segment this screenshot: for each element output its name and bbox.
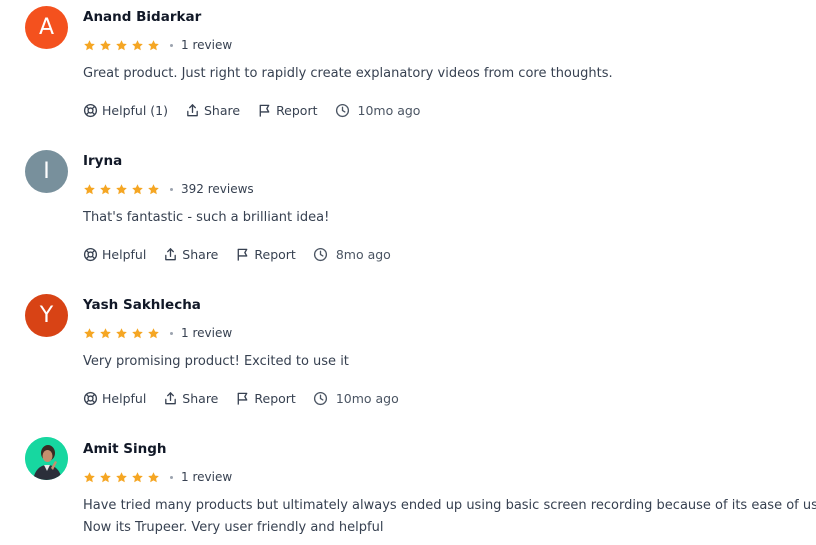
rating-row: 1 review [83, 325, 232, 341]
helpful-button[interactable]: Helpful [83, 391, 146, 406]
rating-row: 1 review [83, 37, 232, 53]
star-icon [116, 471, 127, 482]
review-text-line: That's fantastic - such a brilliant idea… [83, 210, 330, 225]
star-icon [132, 471, 143, 482]
share-icon [163, 247, 178, 262]
lifebuoy-icon [83, 247, 98, 262]
separator-dot [170, 187, 173, 191]
flag-icon [235, 391, 250, 406]
timestamp: 10mo ago [313, 391, 399, 406]
avatar-letter: Y [39, 303, 54, 328]
star-icon [116, 39, 127, 50]
timestamp-label: 10mo ago [357, 102, 421, 118]
helpful-button[interactable]: Helpful [83, 247, 146, 262]
avatar-letter: I [43, 159, 50, 184]
star-icon [148, 327, 159, 338]
review-text: Great product. Just right to rapidly cre… [83, 63, 813, 85]
star-icon [100, 327, 111, 338]
helpful-label: Helpful [102, 246, 147, 262]
share-icon [163, 391, 178, 406]
timestamp-label: 8mo ago [335, 246, 391, 262]
timestamp: 8mo ago [313, 247, 391, 262]
avatar[interactable] [25, 437, 68, 480]
star-icon [84, 327, 95, 338]
review-text: That's fantastic - such a brilliant idea… [83, 207, 813, 229]
share-button[interactable]: Share [185, 103, 240, 118]
separator-dot [170, 43, 173, 47]
review-text: Very promising product! Excited to use i… [83, 351, 813, 373]
rating-row: 392 reviews [83, 181, 254, 197]
lifebuoy-icon [83, 391, 98, 406]
review-text: Have tried many products but ultimately … [83, 495, 816, 539]
star-rating [83, 183, 160, 196]
flag-icon [257, 103, 272, 118]
share-label: Share [203, 102, 241, 118]
star-icon [132, 39, 143, 50]
share-label: Share [182, 246, 219, 262]
flag-icon [235, 247, 250, 262]
lifebuoy-icon [83, 103, 98, 118]
review-text-line: Have tried many products but ultimately … [83, 498, 816, 513]
avatar[interactable]: I [25, 150, 68, 193]
review-text-line: Now its Trupeer. Very user friendly and … [83, 520, 384, 535]
report-button[interactable]: Report [257, 102, 318, 118]
review-count: 1 review [181, 326, 233, 340]
star-icon [84, 39, 95, 50]
star-icon [148, 471, 159, 482]
star-rating [83, 327, 160, 340]
report-label: Report [254, 246, 296, 262]
review-actions: Helpful Share Report 8mo ago [83, 245, 391, 263]
star-icon [84, 471, 95, 482]
report-label: Report [276, 102, 318, 118]
star-icon [100, 39, 111, 50]
separator-dot [170, 475, 173, 479]
reviewer-name[interactable]: Yash Sakhlecha [83, 297, 201, 313]
timestamp-label: 10mo ago [335, 390, 399, 406]
clock-icon [313, 247, 328, 262]
avatar[interactable]: A [25, 6, 68, 49]
helpful-button[interactable]: Helpful (1) [83, 103, 168, 118]
report-button[interactable]: Report [235, 390, 296, 406]
review-actions: Helpful Share Report 10mo ago [83, 389, 399, 407]
review-text-line: Great product. Just right to rapidly cre… [83, 66, 613, 81]
star-icon [116, 183, 127, 194]
report-button[interactable]: Report [235, 246, 296, 262]
star-icon [148, 39, 159, 50]
star-icon [84, 183, 95, 194]
timestamp: 10mo ago [335, 102, 421, 118]
review-text-line: Very promising product! Excited to use i… [83, 354, 349, 369]
review-count: 1 review [181, 38, 233, 52]
avatar-letter: A [38, 15, 55, 40]
reviewer-name[interactable]: Iryna [83, 153, 122, 169]
review-actions: Helpful (1) Share Report 10mo ago [83, 101, 420, 119]
star-icon [148, 183, 159, 194]
report-label: Report [254, 390, 296, 406]
share-button[interactable]: Share [163, 391, 218, 406]
share-label: Share [182, 390, 219, 406]
star-rating [83, 39, 160, 52]
star-icon [132, 183, 143, 194]
reviewer-name[interactable]: Anand Bidarkar [83, 9, 201, 25]
avatar[interactable]: Y [25, 294, 68, 337]
star-icon [132, 327, 143, 338]
star-icon [100, 183, 111, 194]
helpful-label: Helpful [102, 390, 147, 406]
star-icon [116, 327, 127, 338]
review-count: 1 review [181, 470, 233, 484]
rating-row: 1 review [83, 469, 232, 485]
reviewer-name[interactable]: Amit Singh [83, 441, 167, 457]
separator-dot [170, 331, 173, 335]
star-icon [100, 471, 111, 482]
share-button[interactable]: Share [163, 247, 218, 262]
star-rating [83, 471, 160, 484]
profile-photo [25, 437, 68, 480]
clock-icon [335, 103, 350, 118]
review-count: 392 reviews [181, 182, 254, 196]
helpful-label: Helpful (1) [102, 102, 168, 118]
share-icon [185, 103, 200, 118]
clock-icon [313, 391, 328, 406]
